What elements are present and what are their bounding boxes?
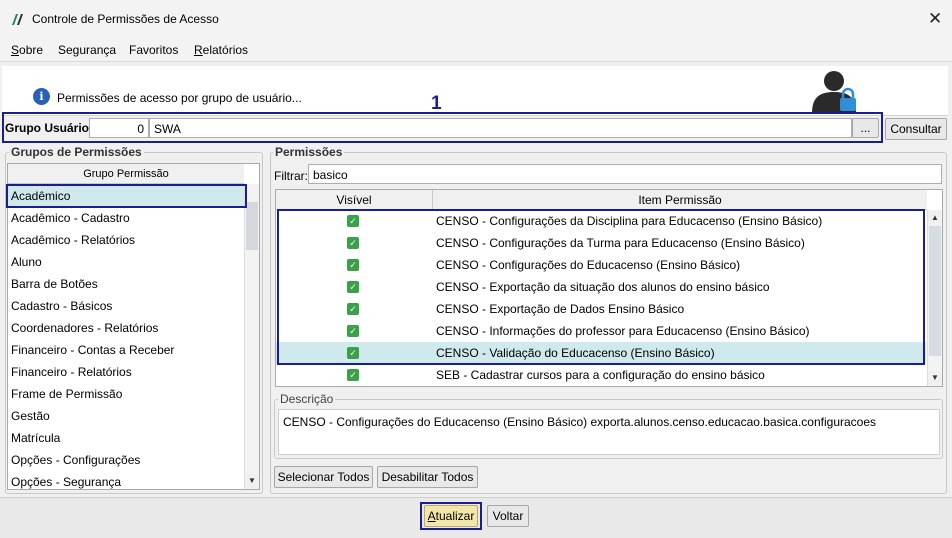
back-button[interactable]: Voltar: [487, 505, 529, 527]
filter-label: Filtrar:: [274, 169, 308, 183]
app-logo-icon: [12, 14, 23, 25]
group-item[interactable]: Financeiro - Contas a Receber: [8, 339, 174, 361]
ellipsis-button[interactable]: ...: [852, 118, 879, 138]
groups-column-header[interactable]: Grupo Permissão: [8, 164, 244, 184]
menu-sobre-rest: obre: [19, 43, 44, 57]
update-button[interactable]: Atualizar: [424, 505, 478, 527]
groups-scrollbar[interactable]: ▼: [244, 184, 259, 489]
info-text: Permissões de acesso por grupo de usuári…: [57, 91, 302, 105]
permissions-scrollbar[interactable]: ▲ ▼: [927, 210, 942, 386]
groups-panel-title: Grupos de Permissões: [9, 145, 144, 159]
permissions-scroll-thumb[interactable]: [929, 226, 941, 356]
group-item[interactable]: Opções - Segurança: [8, 471, 121, 489]
consult-button[interactable]: Consultar: [885, 118, 947, 140]
callout-2-highlight: [6, 184, 247, 208]
groups-scroll-thumb[interactable]: [246, 202, 258, 250]
scroll-down-icon[interactable]: ▼: [245, 474, 259, 488]
description-text: CENSO - Configurações do Educacenso (Ens…: [278, 409, 940, 455]
user-group-id-input[interactable]: 0: [89, 118, 149, 138]
column-visible[interactable]: Visível: [276, 190, 433, 210]
group-item[interactable]: Frame de Permissão: [8, 383, 122, 405]
group-item[interactable]: Acadêmico - Cadastro: [8, 207, 130, 229]
select-all-button[interactable]: Selecionar Todos: [274, 466, 373, 488]
menu-seguranca[interactable]: Segurança: [58, 43, 116, 57]
user-group-label: Grupo Usuário:: [5, 121, 94, 135]
user-lock-icon: [812, 71, 856, 113]
group-item[interactable]: Aluno: [8, 251, 42, 273]
permissions-panel-title: Permissões: [273, 145, 345, 159]
close-icon[interactable]: ✕: [928, 9, 942, 29]
permission-item-text: SEB - Cadastrar cursos para a configuraç…: [436, 368, 765, 382]
disable-all-button[interactable]: Desabilitar Todos: [377, 466, 478, 488]
group-item[interactable]: Barra de Botões: [8, 273, 98, 295]
groups-list: Grupo Permissão Acadêmico Acadêmico - Ca…: [7, 163, 260, 490]
group-item[interactable]: Matrícula: [8, 427, 60, 449]
scroll-down-icon[interactable]: ▼: [928, 371, 942, 385]
user-group-name-input[interactable]: SWA: [149, 118, 852, 138]
table-row[interactable]: ✓ SEB - Cadastrar cursos para a configur…: [276, 364, 926, 386]
column-item[interactable]: Item Permissão: [433, 190, 927, 210]
scroll-up-icon[interactable]: ▲: [928, 211, 942, 225]
group-item[interactable]: Coordenadores - Relatórios: [8, 317, 158, 339]
groups-items: Acadêmico Acadêmico - Cadastro Acadêmico…: [8, 184, 244, 489]
window-title: Controle de Permissões de Acesso: [32, 12, 219, 26]
menu-sobre[interactable]: Sobre: [11, 43, 43, 57]
group-item[interactable]: Financeiro - Relatórios: [8, 361, 132, 383]
group-item[interactable]: Cadastro - Básicos: [8, 295, 112, 317]
filter-input[interactable]: basico: [308, 164, 942, 184]
group-item[interactable]: Gestão: [8, 405, 50, 427]
callout-3-highlight: [277, 209, 925, 365]
group-item[interactable]: Opções - Configurações: [8, 449, 140, 471]
menu-favoritos[interactable]: Favoritos: [129, 43, 178, 57]
group-item[interactable]: Acadêmico - Relatórios: [8, 229, 135, 251]
description-title: Descrição: [278, 392, 336, 406]
info-icon: i: [33, 88, 50, 105]
menu-relatorios[interactable]: Relatórios: [194, 43, 248, 57]
visible-checkbox[interactable]: ✓: [347, 369, 359, 381]
